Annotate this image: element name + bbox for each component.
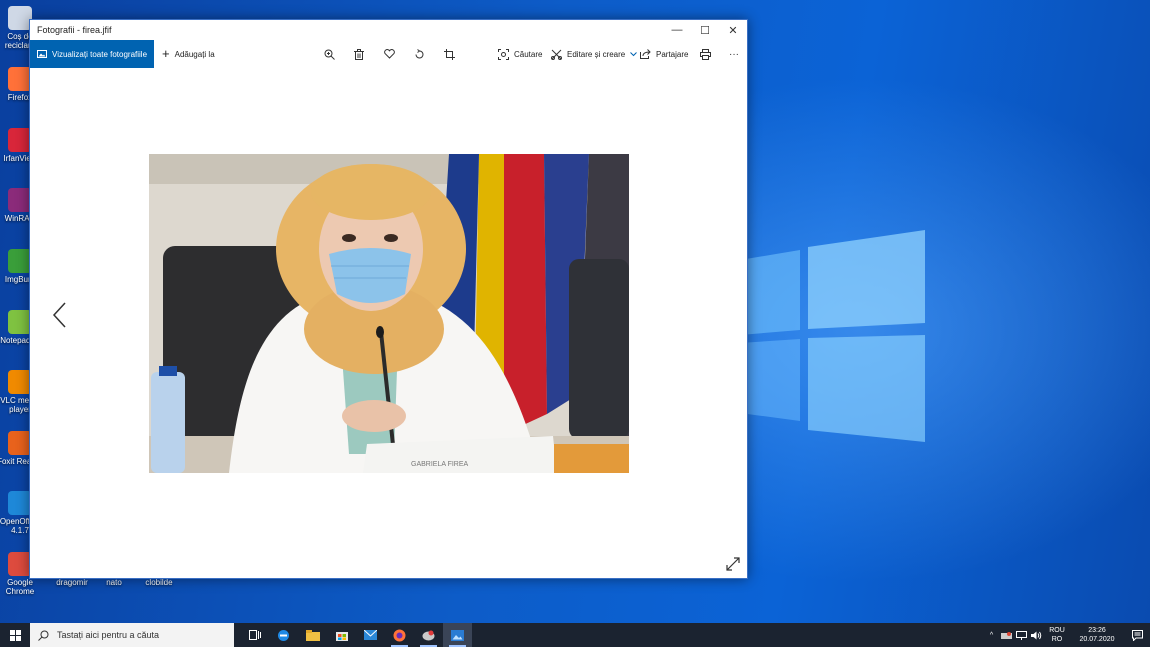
language-code: ROU (1049, 627, 1065, 634)
file-explorer-icon (305, 629, 320, 641)
add-to-button[interactable]: + Adăugați la (154, 46, 223, 61)
share-icon (640, 49, 651, 59)
irfanview-icon (422, 630, 435, 640)
task-view-icon (248, 630, 261, 640)
expand-icon[interactable] (726, 557, 740, 571)
photos-icon (37, 50, 47, 58)
file-explorer-button[interactable] (298, 623, 327, 647)
photo-toolbar: Vizualizați toate fotografiile + Adăugaț… (30, 40, 747, 68)
edit-icon (551, 49, 562, 60)
more-options-icon[interactable]: ··· (727, 47, 741, 61)
task-view-button[interactable] (240, 623, 269, 647)
search-icon (38, 630, 49, 641)
search-button[interactable]: Căutare (498, 40, 542, 68)
favorite-icon[interactable] (382, 47, 396, 61)
photos-button[interactable] (443, 623, 472, 647)
maximize-button[interactable]: ☐ (691, 20, 719, 40)
system-tray: ^ ROU RO 23:26 20.07.2020 (984, 623, 1150, 647)
photos-app-icon (451, 629, 464, 641)
edge-button[interactable] (269, 623, 298, 647)
delete-icon[interactable] (352, 47, 366, 61)
search-placeholder: Tastați aici pentru a căuta (57, 630, 160, 640)
action-center-icon[interactable] (1124, 623, 1150, 647)
network-icon[interactable] (1014, 623, 1029, 647)
firefox-icon (393, 629, 406, 641)
displayed-photo: GABRIELA FIREA (149, 154, 629, 473)
view-all-label: Vizualizați toate fotografiile (52, 49, 148, 59)
input-language-indicator[interactable]: ROU RO (1044, 626, 1070, 644)
print-icon[interactable] (698, 47, 712, 61)
show-hidden-icons-chevron-icon[interactable]: ^ (984, 623, 999, 647)
irfanview-button[interactable] (414, 623, 443, 647)
crop-icon[interactable] (442, 47, 456, 61)
title-bar[interactable]: Fotografii - firea.jfif — ☐ ✕ (30, 20, 747, 40)
clock[interactable]: 23:26 20.07.2020 (1070, 626, 1124, 644)
windows-start-icon (9, 629, 21, 641)
mail-button[interactable] (356, 623, 385, 647)
desktop-icon-label[interactable]: clobilde (133, 578, 185, 587)
nameplate-text: GABRIELA FIREA (411, 461, 469, 468)
add-to-label: Adăugați la (174, 49, 215, 59)
firefox-button[interactable] (385, 623, 414, 647)
share-label: Partajare (656, 49, 689, 59)
photo-viewer: GABRIELA FIREA (30, 68, 747, 578)
desktop-icon-label: Google Chrome (5, 578, 35, 596)
store-icon (335, 632, 348, 641)
mail-icon (364, 630, 377, 640)
photo-content: GABRIELA FIREA (149, 154, 629, 473)
start-button[interactable] (0, 623, 30, 647)
network-drive-icon[interactable] (999, 623, 1014, 647)
photos-window: Fotografii - firea.jfif — ☐ ✕ Vizualizaț… (29, 19, 748, 579)
search-label: Căutare (514, 49, 543, 59)
minimize-button[interactable]: — (663, 20, 691, 40)
edge-icon (278, 629, 289, 641)
edit-create-label: Editare și creare (567, 49, 626, 59)
taskbar: Tastați aici pentru a căuta ^ ROU RO 23:… (0, 623, 1150, 647)
close-button[interactable]: ✕ (719, 20, 747, 40)
plus-icon: + (162, 46, 170, 61)
chevron-down-icon (630, 51, 638, 56)
windows-logo-wallpaper (740, 230, 925, 442)
store-button[interactable] (327, 623, 356, 647)
window-title: Fotografii - firea.jfif (37, 25, 112, 35)
rotate-icon[interactable] (412, 47, 426, 61)
clock-date: 20.07.2020 (1079, 636, 1115, 643)
clock-time: 23:26 (1088, 627, 1106, 634)
volume-icon[interactable] (1029, 623, 1044, 647)
share-button[interactable]: Partajare (640, 40, 688, 68)
previous-photo-arrow-icon[interactable] (50, 302, 70, 328)
zoom-icon[interactable] (322, 47, 336, 61)
edit-create-button[interactable]: Editare și creare (551, 40, 638, 68)
keyboard-layout: RO (1051, 636, 1063, 643)
visual-search-icon (498, 48, 509, 60)
view-all-photos-button[interactable]: Vizualizați toate fotografiile (30, 40, 155, 68)
taskbar-search-box[interactable]: Tastați aici pentru a căuta (30, 623, 234, 647)
